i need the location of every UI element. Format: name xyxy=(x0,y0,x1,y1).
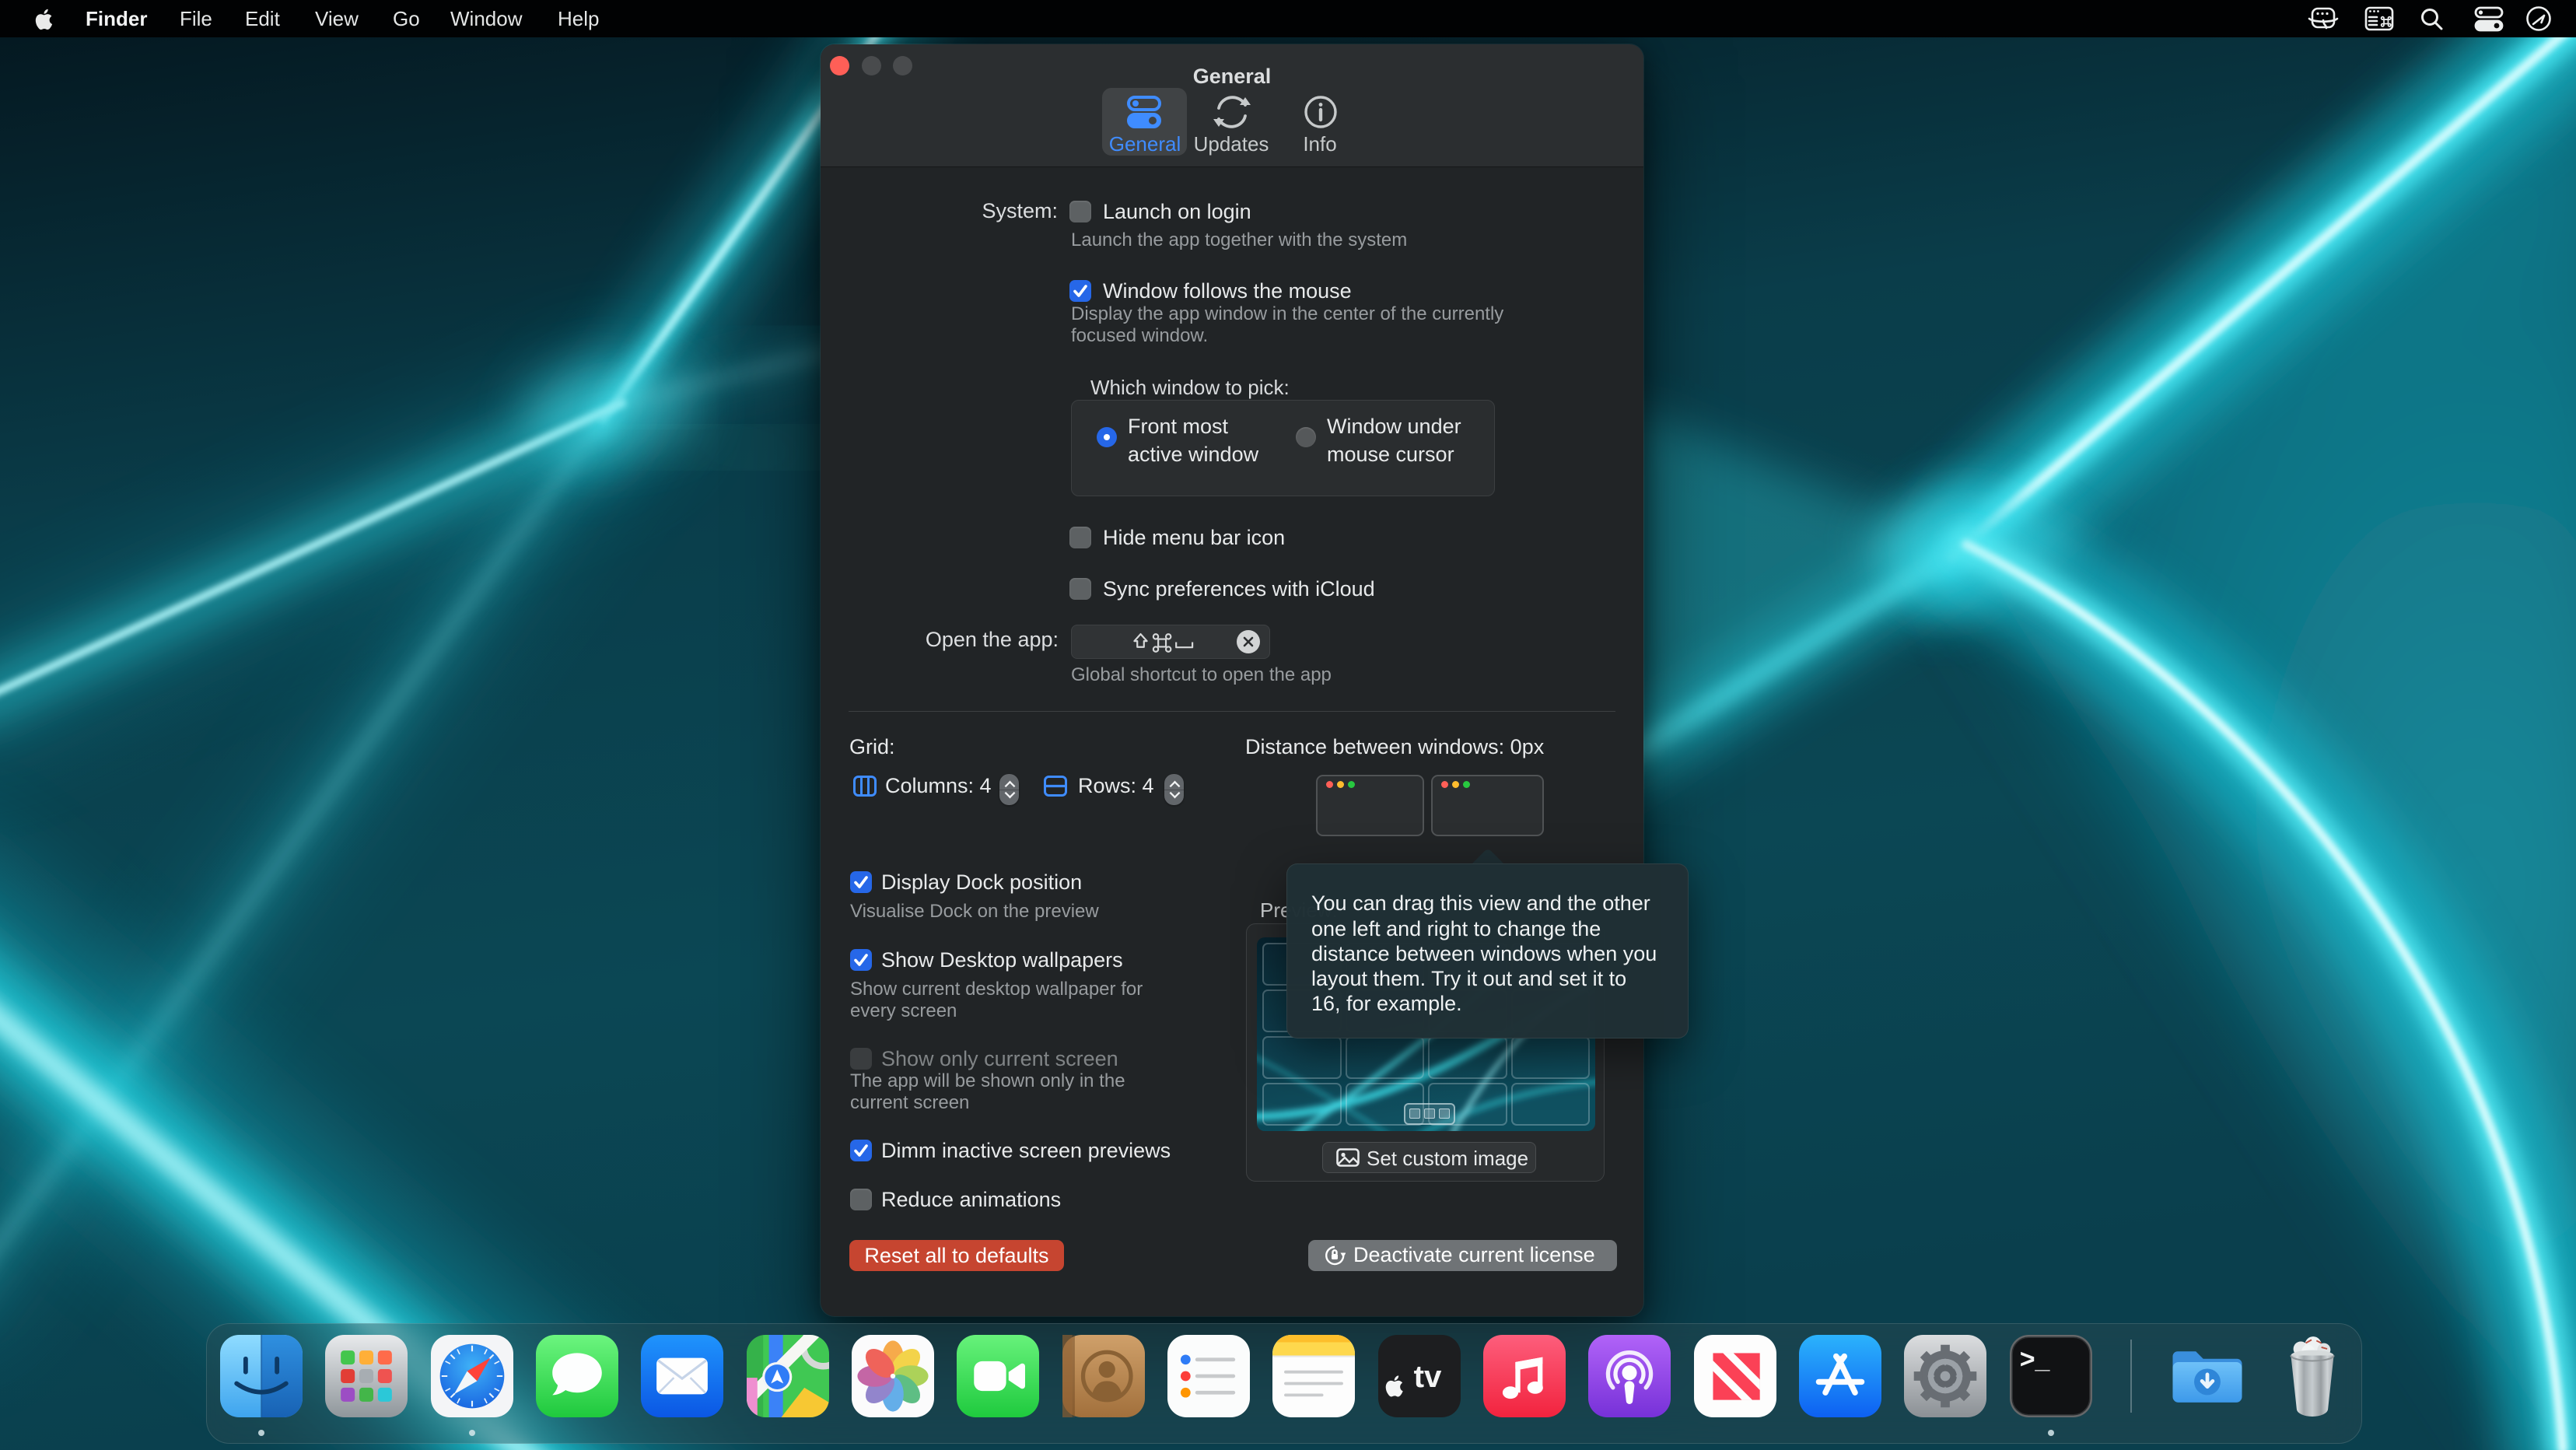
svg-text:tv: tv xyxy=(1414,1359,1442,1394)
svg-text:>_: >_ xyxy=(2020,1344,2051,1374)
